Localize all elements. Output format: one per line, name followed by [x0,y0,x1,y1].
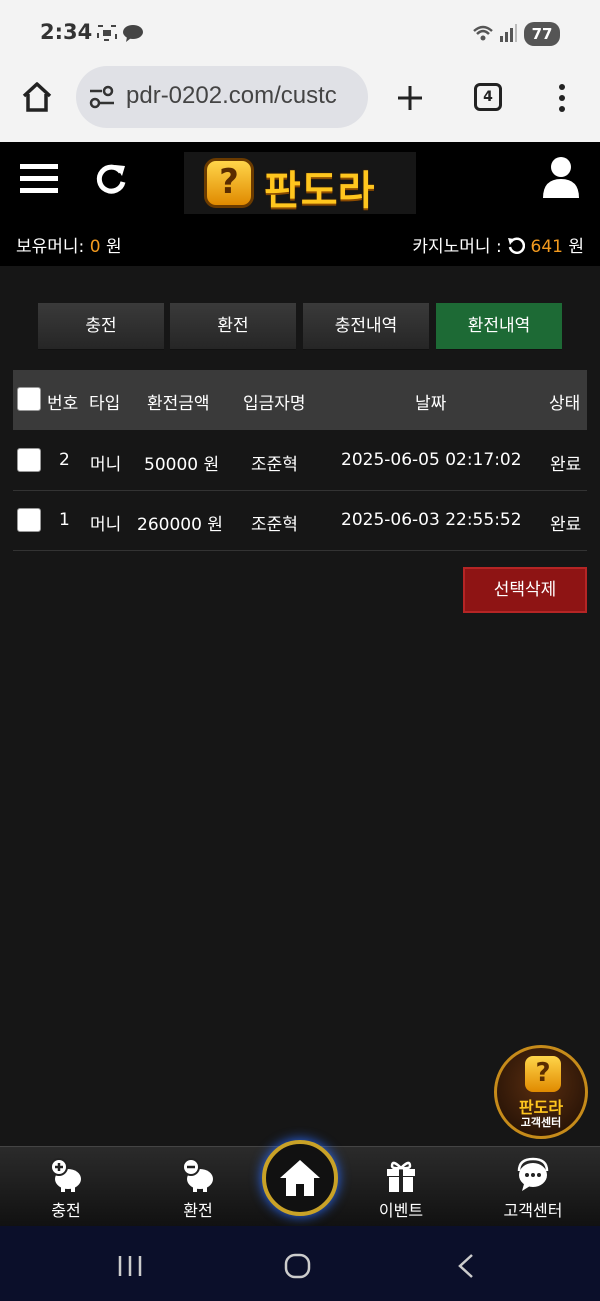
header-number: 번호 [47,394,79,414]
row-amount: 260000 원 [137,515,223,535]
tab-exchange[interactable]: 환전 [170,303,296,350]
table-row: 2 머니 50000 원 조준혁 2025-06-05 02:17:02 완료 [13,431,587,491]
status-bar: 2:34 77 [0,0,600,66]
status-time: 2:34 [40,20,93,44]
home-button[interactable] [262,1140,338,1216]
holding-money-label: 보유머니: [16,237,85,257]
support-label: 고객센터 [520,1116,562,1129]
more-options-icon[interactable] [556,82,568,114]
nav-support[interactable]: 고객센터 [488,1157,578,1221]
battery-indicator: 77 [524,22,560,46]
casino-money-unit: 원 [568,237,584,257]
new-tab-icon[interactable] [396,84,424,112]
casino-money-label: 카지노머니 : [412,237,502,257]
site-settings-icon[interactable] [88,84,116,110]
tab-exchange-history[interactable]: 환전내역 [436,303,562,350]
android-navigation-bar [0,1226,600,1301]
table-row: 1 머니 260000 원 조준혁 2025-06-03 22:55:52 완료 [13,491,587,551]
hamburger-menu-icon[interactable] [20,162,58,196]
delete-selected-button[interactable]: 선택삭제 [463,567,587,613]
holding-money-value: 0 [89,237,101,257]
header-type: 타입 [89,394,121,414]
talk-icon [123,25,143,42]
home-icon[interactable] [20,80,54,114]
tab-charge-history[interactable]: 충전내역 [303,303,429,350]
floating-support-button[interactable]: ? 판도라 고객센터 [494,1045,588,1139]
header-depositor: 입금자명 [243,394,306,414]
row-type: 머니 [90,455,122,475]
gift-icon [387,1161,415,1192]
row-status: 완료 [550,455,582,475]
refresh-icon[interactable] [94,162,128,196]
site-logo[interactable]: ? 판도라 [184,152,416,214]
nav-charge[interactable]: 충전 [21,1157,111,1221]
logo-mark: ? [204,158,254,208]
select-all-checkbox[interactable] [17,387,41,411]
signal-icon [500,24,517,42]
row-type: 머니 [90,515,122,535]
screenshot-icon [97,25,117,41]
row-depositor: 조준혁 [251,515,298,535]
tab-charge[interactable]: 충전 [38,303,164,350]
tab-switcher-button[interactable]: 4 [474,83,502,111]
nav-charge-label: 충전 [51,1201,81,1220]
row-number: 1 [59,510,70,530]
back-icon[interactable] [456,1253,476,1279]
casino-money: 카지노머니 : 641 원 [412,232,584,257]
row-checkbox[interactable] [17,448,41,472]
wifi-icon [473,25,493,41]
row-status: 완료 [550,515,582,535]
chat-support-icon [517,1157,549,1191]
logo-text: 판도라 [264,168,375,214]
piggy-minus-icon [182,1158,213,1192]
browser-toolbar: pdr-0202.com/custc 4 [0,66,600,142]
nav-exchange[interactable]: 환전 [153,1157,243,1221]
piggy-plus-icon [50,1158,81,1192]
address-bar[interactable]: pdr-0202.com/custc [76,66,368,128]
home-icon [280,1160,320,1196]
row-date: 2025-06-05 02:17:02 [341,450,522,470]
holding-money: 보유머니: 0 원 [16,232,122,257]
row-depositor: 조준혁 [251,455,298,475]
user-profile-icon[interactable] [542,156,580,198]
url-text: pdr-0202.com/custc [126,82,337,109]
header-amount: 환전금액 [147,394,210,414]
site-header: ? 판도라 [0,142,600,222]
nav-event-label: 이벤트 [378,1201,424,1220]
support-logo-mark: ? [525,1056,561,1092]
row-checkbox[interactable] [17,508,41,532]
table-header: 번호 타입 환전금액 입금자명 날짜 상태 [13,370,587,430]
row-date: 2025-06-03 22:55:52 [341,510,522,530]
nav-event[interactable]: 이벤트 [356,1157,446,1221]
casino-money-value: 641 [530,237,563,257]
recent-apps-icon[interactable] [116,1254,144,1278]
android-home-icon[interactable] [284,1253,312,1279]
row-amount: 50000 원 [144,455,220,475]
nav-support-label: 고객센터 [503,1201,563,1220]
row-number: 2 [59,450,70,470]
casino-refresh-icon[interactable] [507,236,526,254]
nav-exchange-label: 환전 [183,1201,213,1220]
holding-money-unit: 원 [105,237,122,257]
money-bar: 보유머니: 0 원 카지노머니 : 641 원 [0,222,600,266]
header-status: 상태 [549,394,581,414]
header-date: 날짜 [415,394,447,414]
